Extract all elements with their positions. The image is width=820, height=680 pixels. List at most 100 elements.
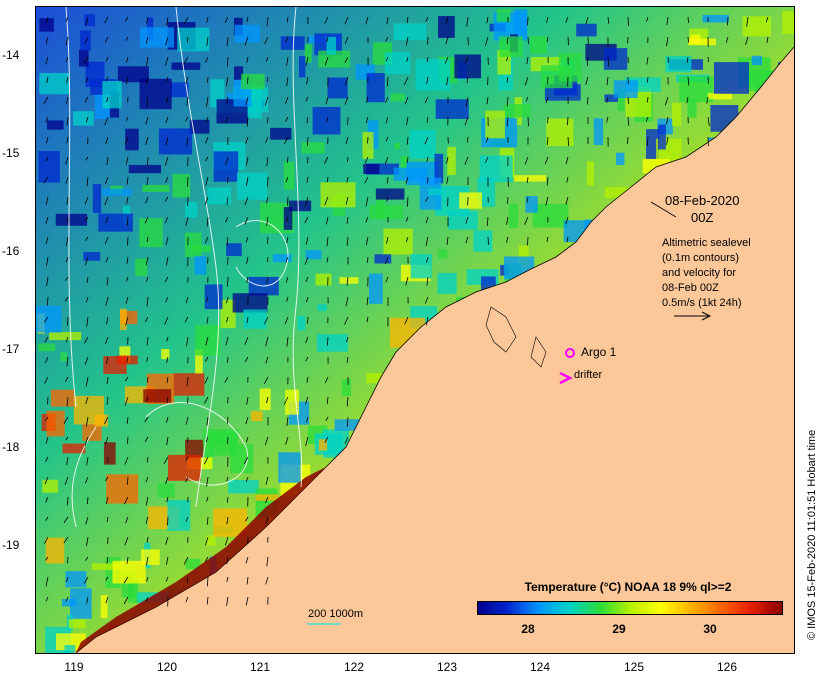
sst-patch bbox=[707, 92, 733, 100]
sst-patch bbox=[157, 483, 175, 498]
map-timestamp: 08-Feb-2020 00Z bbox=[665, 192, 739, 226]
sst-patch bbox=[206, 535, 216, 546]
sst-patch bbox=[45, 537, 65, 564]
sst-patch bbox=[112, 560, 146, 584]
velocity-vector bbox=[187, 176, 189, 187]
sst-patch bbox=[38, 151, 60, 183]
sst-patch bbox=[36, 305, 62, 333]
sst-patch bbox=[102, 188, 132, 196]
altimetry-note-line: Altimetric sealevel bbox=[662, 237, 751, 249]
velocity-vector bbox=[207, 76, 209, 83]
lon-label: 119 bbox=[64, 660, 84, 674]
lon-label: 124 bbox=[529, 660, 551, 674]
sst-patch bbox=[383, 228, 413, 255]
sst-patch bbox=[73, 111, 94, 126]
map-time: 00Z bbox=[691, 210, 714, 225]
altimetry-note: Altimetric sealevel (0.1m contours) and … bbox=[662, 236, 751, 311]
sst-patch bbox=[140, 27, 174, 48]
sst-patch bbox=[60, 352, 67, 362]
colorbar-title: Temperature (°C) NOAA 18 9% ql>=2 bbox=[524, 580, 732, 594]
lon-label: 122 bbox=[343, 660, 365, 674]
lat-label: -17 bbox=[2, 342, 20, 356]
velocity-vector bbox=[247, 76, 249, 84]
lat-label: -19 bbox=[2, 538, 20, 552]
colorbar-tick: 28 bbox=[521, 622, 535, 636]
sst-patch bbox=[272, 254, 292, 263]
sst-patch bbox=[241, 73, 265, 90]
sst-patch bbox=[394, 142, 401, 150]
sst-patch bbox=[278, 452, 301, 483]
sst-patch bbox=[615, 152, 625, 166]
sst-patch bbox=[374, 254, 392, 264]
velocity-vector bbox=[627, 96, 629, 105]
sst-patch bbox=[184, 232, 202, 258]
sst-patch bbox=[782, 11, 794, 35]
sst-patch bbox=[173, 373, 205, 396]
sst-patch bbox=[243, 309, 267, 329]
velocity-vector bbox=[567, 36, 569, 46]
sst-patch bbox=[437, 272, 457, 294]
velocity-vector bbox=[267, 116, 269, 124]
sst-patch bbox=[690, 34, 701, 44]
sst-patch bbox=[514, 9, 528, 39]
sst-patch bbox=[236, 172, 268, 200]
sst-patch bbox=[38, 343, 56, 352]
sst-patch bbox=[702, 14, 729, 23]
sst-patch bbox=[46, 410, 65, 437]
sst-patch bbox=[171, 62, 201, 70]
sst-patch bbox=[128, 164, 162, 174]
sst-patch bbox=[195, 324, 221, 356]
velocity-vector bbox=[187, 436, 189, 443]
sst-map bbox=[35, 6, 795, 654]
sst-patch bbox=[142, 184, 170, 192]
lon-label: 123 bbox=[436, 660, 458, 674]
sst-patch bbox=[102, 80, 122, 109]
velocity-vector bbox=[127, 436, 129, 445]
sst-patch bbox=[473, 230, 493, 252]
depth-contour-label: 200 1000m bbox=[308, 608, 364, 620]
sst-patch bbox=[339, 277, 359, 284]
sst-patch bbox=[438, 16, 455, 38]
sst-patch bbox=[658, 124, 666, 150]
sst-patch bbox=[327, 77, 348, 99]
velocity-vector bbox=[507, 196, 509, 204]
sst-patch bbox=[326, 36, 337, 55]
sst-patch bbox=[613, 80, 638, 98]
sst-patch bbox=[312, 106, 341, 135]
sst-patch bbox=[280, 36, 305, 50]
map-date: 08-Feb-2020 bbox=[665, 193, 740, 208]
sst-patch bbox=[525, 196, 538, 213]
velocity-vector bbox=[487, 236, 489, 245]
sst-patch bbox=[593, 118, 604, 145]
sst-patch bbox=[315, 273, 332, 286]
sst-patch bbox=[438, 249, 448, 259]
sst-patch bbox=[194, 256, 207, 275]
sst-patch bbox=[363, 163, 380, 175]
sst-patch bbox=[185, 201, 198, 218]
velocity-vector bbox=[67, 496, 69, 506]
lon-label: 120 bbox=[156, 660, 178, 674]
sst-patch bbox=[226, 243, 242, 257]
sst-patch bbox=[259, 388, 271, 411]
sst-patch bbox=[341, 379, 352, 397]
sst-patch bbox=[106, 474, 139, 504]
sst-patch bbox=[139, 78, 172, 110]
sst-patch bbox=[143, 389, 172, 403]
sst-patch bbox=[369, 204, 403, 220]
sst-patch bbox=[514, 175, 546, 182]
sst-patch bbox=[230, 444, 254, 474]
sst-patch bbox=[139, 218, 163, 248]
sst-patch bbox=[530, 36, 547, 54]
sst-patch bbox=[304, 44, 312, 63]
sst-patch bbox=[100, 595, 108, 619]
sst-patch bbox=[167, 499, 191, 531]
sst-patch bbox=[410, 254, 432, 279]
sst-patch bbox=[409, 129, 436, 159]
sst-patch bbox=[283, 207, 293, 230]
lon-label: 121 bbox=[249, 660, 271, 674]
altimetry-note-line: (0.1m contours) bbox=[662, 252, 740, 264]
sst-patch bbox=[39, 72, 70, 95]
sst-patch bbox=[68, 619, 86, 629]
sst-patch bbox=[50, 389, 75, 407]
sst-patch bbox=[204, 284, 223, 310]
